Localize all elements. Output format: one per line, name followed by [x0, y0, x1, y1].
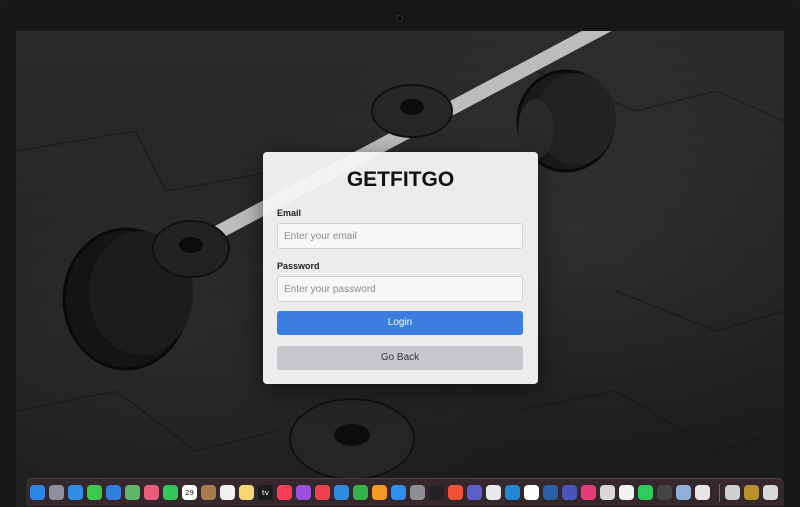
camera-icon: [396, 15, 403, 22]
trash-icon[interactable]: [763, 485, 778, 500]
teams-icon[interactable]: [467, 485, 482, 500]
messages-icon[interactable]: [87, 485, 102, 500]
intellij-icon[interactable]: [581, 485, 596, 500]
password-label: Password: [277, 261, 320, 271]
launchpad-icon[interactable]: [49, 485, 64, 500]
facetime-icon[interactable]: [163, 485, 178, 500]
podcasts-icon[interactable]: [296, 485, 311, 500]
email-label: Email: [277, 208, 302, 218]
wireshark-icon[interactable]: [543, 485, 558, 500]
chrome-icon[interactable]: [486, 485, 501, 500]
preview-stack-icon[interactable]: [744, 485, 759, 500]
postman-icon[interactable]: [619, 485, 634, 500]
dock: 29 tv: [26, 478, 784, 506]
dock-separator: [719, 483, 720, 502]
page-title: GETFITGO: [346, 168, 455, 191]
mongodb-icon[interactable]: [524, 485, 539, 500]
go-back-button[interactable]: Go Back: [277, 346, 523, 370]
apple-tv-icon[interactable]: tv: [258, 485, 273, 500]
swift-icon[interactable]: [448, 485, 463, 500]
music-icon[interactable]: [277, 485, 292, 500]
app-window: GETFITGO Email Password Login Go Back: [16, 31, 784, 507]
vscode-icon[interactable]: [505, 485, 520, 500]
system-settings-icon[interactable]: [410, 485, 425, 500]
document-stack-icon[interactable]: [725, 485, 740, 500]
terminal-icon[interactable]: [429, 485, 444, 500]
numbers-icon[interactable]: [353, 485, 368, 500]
notes-icon[interactable]: [239, 485, 254, 500]
notes-folder-icon[interactable]: [201, 485, 216, 500]
mail-icon[interactable]: [106, 485, 121, 500]
laptop-frame: GETFITGO Email Password Login Go Back 29…: [0, 0, 800, 507]
news-icon[interactable]: [315, 485, 330, 500]
reminders-icon[interactable]: [220, 485, 235, 500]
finder-icon[interactable]: [30, 485, 45, 500]
login-card: GETFITGO Email Password Login Go Back: [263, 152, 538, 384]
teams-alt-icon[interactable]: [562, 485, 577, 500]
login-button[interactable]: Login: [277, 311, 523, 335]
password-field[interactable]: [277, 276, 523, 302]
maps-icon[interactable]: [125, 485, 140, 500]
calendar-icon[interactable]: 29: [182, 485, 197, 500]
preview-icon[interactable]: [676, 485, 691, 500]
keynote-icon[interactable]: [334, 485, 349, 500]
photos-icon[interactable]: [144, 485, 159, 500]
xcode-instruments-icon[interactable]: [657, 485, 672, 500]
pages-icon[interactable]: [372, 485, 387, 500]
whatsapp-icon[interactable]: [638, 485, 653, 500]
archive-utility-icon[interactable]: [695, 485, 710, 500]
app-store-icon[interactable]: [391, 485, 406, 500]
email-field[interactable]: [277, 223, 523, 249]
installer-icon[interactable]: [600, 485, 615, 500]
safari-icon[interactable]: [68, 485, 83, 500]
